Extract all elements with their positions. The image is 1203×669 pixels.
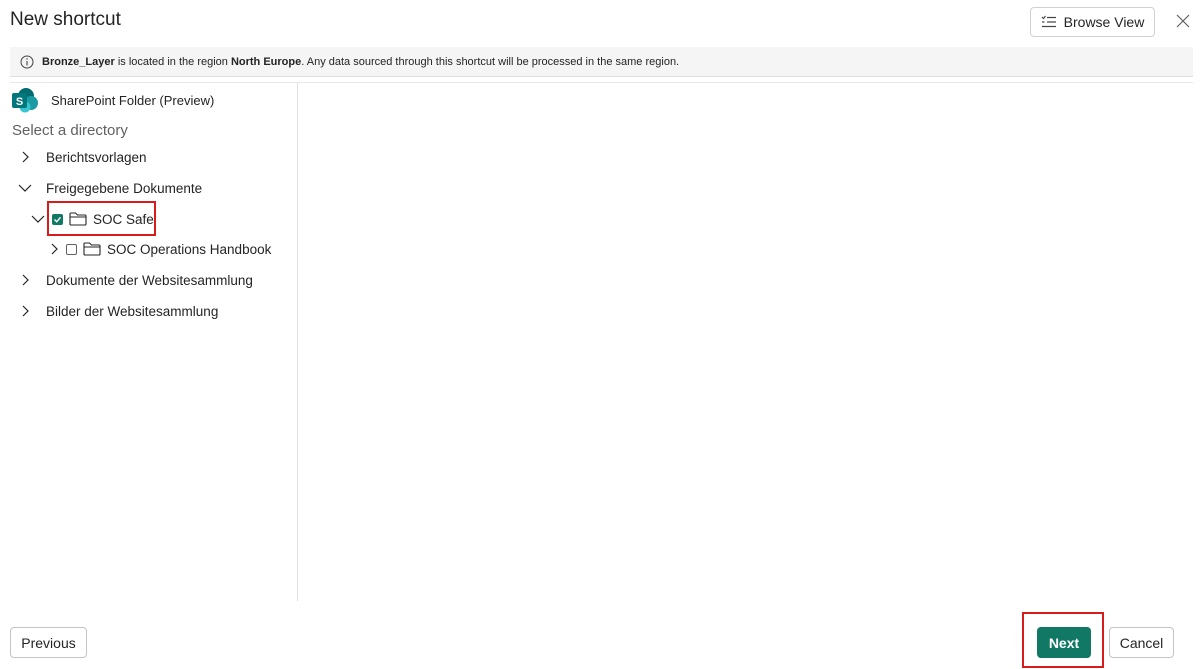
tree-item-berichtsvorlagen[interactable]: Berichtsvorlagen <box>18 146 147 168</box>
cancel-button[interactable]: Cancel <box>1109 627 1174 658</box>
tree-item-dokumente-der-websitesammlung[interactable]: Dokumente der Websitesammlung <box>18 269 253 291</box>
browse-view-button[interactable]: Browse View <box>1030 7 1155 37</box>
chevron-right-icon[interactable] <box>18 150 32 164</box>
region-info-bar: Bronze_Layer is located in the region No… <box>10 47 1193 77</box>
tree-item-label: SOC Operations Handbook <box>107 241 272 257</box>
soc-operations-handbook-checkbox[interactable] <box>66 243 77 255</box>
tree-item-label: Bilder der Websitesammlung <box>46 303 219 319</box>
chevron-right-icon[interactable] <box>47 242 61 256</box>
info-text-part1: is located in the region <box>114 55 231 68</box>
browse-view-label: Browse View <box>1063 14 1145 30</box>
info-text: Bronze_Layer is located in the region No… <box>42 56 679 68</box>
previous-button[interactable]: Previous <box>10 627 87 658</box>
sharepoint-logo-icon: S <box>11 87 39 113</box>
folder-icon <box>83 242 101 256</box>
next-button[interactable]: Next <box>1037 627 1091 658</box>
tree-item-label: Berichtsvorlagen <box>46 149 147 165</box>
tree-item-label: Freigegebene Dokumente <box>46 180 203 196</box>
dialog-title: New shortcut <box>10 9 121 30</box>
tree-item-label: Dokumente der Websitesammlung <box>46 272 253 288</box>
lakehouse-name: Bronze_Layer <box>42 55 115 68</box>
source-header: S SharePoint Folder (Preview) <box>11 87 214 113</box>
tree-item-freigegebene-dokumente[interactable]: Freigegebene Dokumente <box>18 177 202 199</box>
select-directory-label: Select a directory <box>12 122 128 139</box>
info-icon <box>20 55 34 69</box>
tree-item-soc-operations-handbook[interactable]: SOC Operations Handbook <box>47 238 271 260</box>
list-icon <box>1041 15 1057 29</box>
source-name: SharePoint Folder (Preview) <box>51 92 215 108</box>
sharepoint-logo-letter: S <box>16 96 23 108</box>
region-name: North Europe <box>230 55 302 68</box>
chevron-right-icon[interactable] <box>18 304 32 318</box>
tree-item-bilder-der-websitesammlung[interactable]: Bilder der Websitesammlung <box>18 300 218 322</box>
chevron-right-icon[interactable] <box>18 273 32 287</box>
info-text-part2: . Any data sourced through this shortcut… <box>301 55 680 68</box>
chevron-down-icon[interactable] <box>18 181 32 195</box>
soc-safe-highlight <box>47 201 156 236</box>
close-icon[interactable] <box>1174 12 1192 30</box>
chevron-down-icon[interactable] <box>31 212 45 226</box>
